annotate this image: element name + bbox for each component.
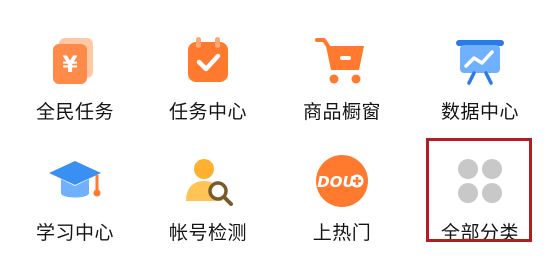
menu-item-xuexi-zhongxin[interactable]: 学习中心	[10, 137, 140, 247]
feature-grid: ¥ 全民任务 任务中心 商品橱窗 数据中心 学习中心 帐号检测 DOU 上热门 …	[0, 0, 550, 272]
menu-item-zhanghao-jiance[interactable]: 帐号检测	[143, 137, 273, 247]
four-dots-icon	[452, 153, 508, 209]
menu-item-label: 全民任务	[35, 101, 114, 123]
data-board-icon	[452, 32, 508, 88]
menu-item-shangpin-chuchuang[interactable]: 商品橱窗	[277, 16, 407, 126]
menu-item-label: 全部分类	[440, 222, 519, 244]
menu-item-label: 商品橱窗	[302, 101, 381, 123]
menu-item-renwu-zhongxin[interactable]: 任务中心	[143, 16, 273, 126]
svg-text:DOU: DOU	[317, 173, 354, 191]
money-cards-icon: ¥	[47, 32, 103, 88]
shopping-cart-icon	[314, 32, 370, 88]
menu-item-shang-remen[interactable]: DOU 上热门	[277, 137, 407, 247]
svg-text:¥: ¥	[62, 53, 78, 78]
menu-item-label: 数据中心	[440, 101, 519, 123]
dou-plus-icon: DOU	[314, 153, 370, 209]
calendar-check-icon	[180, 32, 236, 88]
menu-item-label: 上热门	[312, 222, 372, 244]
menu-item-label: 帐号检测	[168, 222, 247, 244]
menu-item-quanmin-renwu[interactable]: ¥ 全民任务	[10, 16, 140, 126]
menu-item-label: 学习中心	[35, 222, 114, 244]
menu-item-quanbu-fenlei[interactable]: 全部分类	[415, 137, 545, 247]
graduation-cap-icon	[47, 153, 103, 209]
menu-item-shuju-zhongxin[interactable]: 数据中心	[415, 16, 545, 126]
menu-item-label: 任务中心	[168, 101, 247, 123]
user-search-icon	[180, 153, 236, 209]
